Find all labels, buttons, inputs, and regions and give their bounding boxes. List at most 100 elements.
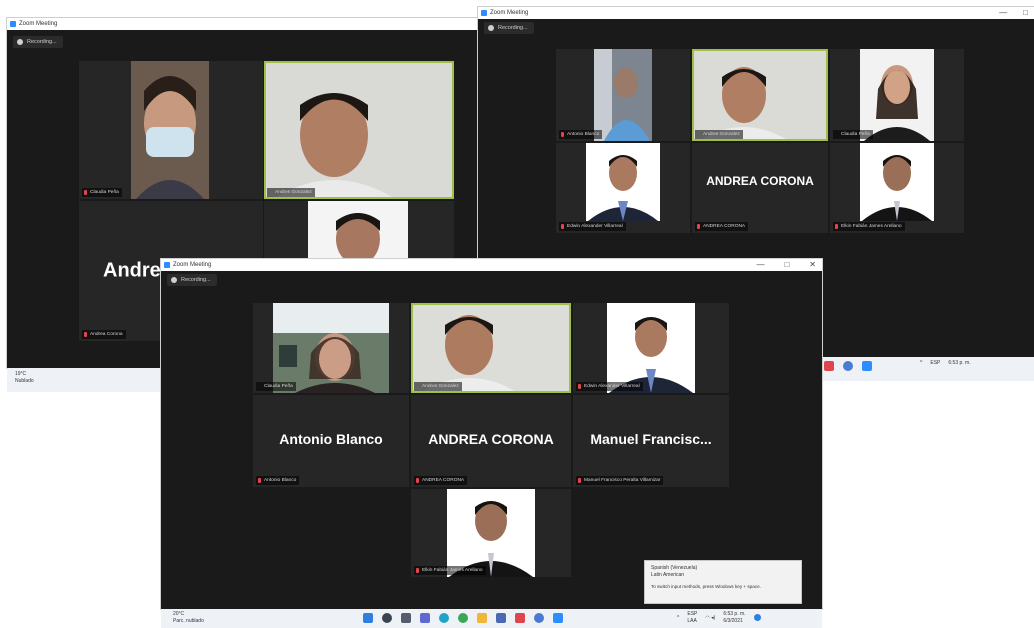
participant-video (131, 61, 209, 199)
zoom-app-icon (164, 262, 170, 268)
participant-name-label: Claudia Peña (833, 130, 873, 139)
title-bar[interactable]: Zoom Meeting — □ (478, 7, 1034, 19)
task-view-icon[interactable] (401, 613, 411, 623)
recording-icon (171, 277, 177, 283)
recording-indicator[interactable]: Recording... (484, 22, 534, 34)
video-tile-claudia[interactable]: Claudia Peña (79, 61, 263, 199)
participant-name-label: Edwin Alexander Villarreal (576, 382, 643, 391)
participant-video (308, 201, 408, 261)
video-tile-elkin[interactable]: Elkin Fabián James Arellano (411, 489, 571, 577)
video-tile-antonio[interactable]: Antonio Blanco Antonio Blanco (253, 395, 409, 487)
participant-name-label: Andres Gonzalez (414, 382, 462, 391)
participant-video (447, 489, 535, 577)
close-button[interactable]: ✕ (809, 259, 816, 271)
participant-name-label: Claudia Peña (256, 382, 296, 391)
muted-mic-icon (578, 384, 581, 389)
language-indicator[interactable]: ESP LAA (687, 611, 697, 625)
participant-name-label: Claudia Peña (82, 188, 122, 197)
clock[interactable]: 6:53 p. m. 6/3/2021 (723, 611, 745, 625)
app-icon[interactable] (515, 613, 525, 623)
video-tile-andres[interactable]: Andres Gonzalez (692, 49, 828, 141)
title-bar[interactable]: Zoom Meeting — □ ✕ (161, 259, 822, 271)
settings-icon[interactable] (843, 361, 853, 371)
video-tile-andrea-corona[interactable]: ANDREA CORONA ANDREA CORONA (692, 143, 828, 233)
participant-name-label: Andrea Corona (82, 330, 126, 339)
participant-big-name: ANDREA CORONA (706, 173, 814, 188)
input-method-popup[interactable]: Spanish (Venezuela) Latin American To sw… (644, 560, 802, 604)
video-tile-andres[interactable]: Andres Gonzalez (264, 61, 454, 199)
video-tile-andrea-corona[interactable]: ANDREA CORONA ANDREA CORONA (411, 395, 571, 487)
minimize-button[interactable]: — (756, 259, 764, 271)
muted-mic-icon (416, 478, 419, 483)
language-indicator[interactable]: ESP (930, 360, 940, 367)
chrome-icon[interactable] (458, 613, 468, 623)
title-bar[interactable]: Zoom Meeting (7, 18, 477, 30)
participant-video (413, 305, 569, 391)
participant-big-name: ANDREA CORONA (428, 431, 554, 448)
muted-mic-icon (84, 332, 87, 337)
ime-hint: To switch input methods, press Windows k… (651, 584, 761, 589)
participant-video (860, 49, 934, 141)
muted-mic-icon (416, 568, 419, 573)
clock[interactable]: 6:53 p. m. (948, 360, 970, 367)
windows-start-icon[interactable] (363, 613, 373, 623)
window-title: Zoom Meeting (19, 21, 58, 27)
participant-name-label: ANDREA CORONA (695, 222, 749, 231)
store-icon[interactable] (496, 613, 506, 623)
video-tile-andres[interactable]: Andres Gonzalez (411, 303, 571, 393)
video-tile-edwin[interactable]: Edwin Alexander Villarreal (573, 303, 729, 393)
search-icon[interactable] (382, 613, 392, 623)
wifi-volume-icon[interactable]: ◠ ◂) (705, 611, 715, 625)
video-tile-edwin[interactable]: Edwin Alexander Villarreal (556, 143, 690, 233)
system-tray[interactable]: ^ ESP LAA ◠ ◂) 6:53 p. m. 6/3/2021 (677, 611, 761, 625)
zoom-window-front: Zoom Meeting — □ ✕ Recording... Claudia … (161, 259, 822, 609)
participant-name-label: Manuel Francisco Peralta Villamizar (576, 476, 664, 485)
participant-name-label: Elkin Fabián James Arellano (414, 566, 486, 575)
video-tile-manuel[interactable]: Manuel Francisc... Manuel Francisco Pera… (573, 395, 729, 487)
recording-label: Recording... (27, 39, 57, 45)
weather-widget[interactable]: 19°C Nublado (15, 371, 34, 385)
chevron-up-icon[interactable]: ^ (920, 360, 922, 367)
zoom-taskbar-icon[interactable] (862, 361, 872, 371)
taskbar-back-right: ^ ESP 6:53 p. m. (820, 357, 1034, 381)
video-tile-claudia[interactable]: Claudia Peña (830, 49, 964, 141)
folder-icon[interactable] (477, 613, 487, 623)
app-icon[interactable] (824, 361, 834, 371)
minimize-button[interactable]: — (999, 7, 1007, 19)
taskbar-front: 20°C Parc. nublado ^ ESP LAA ◠ ◂) 6:53 p.… (161, 609, 822, 628)
video-tile-partial[interactable] (264, 201, 454, 261)
video-tile-antonio[interactable]: Antonio Blanco (556, 49, 690, 141)
weather-widget[interactable]: 20°C Parc. nublado (173, 611, 204, 625)
participant-big-name: Antonio Blanco (279, 431, 383, 448)
chevron-up-icon[interactable]: ^ (677, 611, 679, 625)
participant-video (860, 143, 934, 221)
participant-video (266, 63, 452, 197)
participant-name-label: ANDREA CORONA (414, 476, 468, 485)
video-tile-claudia[interactable]: Claudia Peña (253, 303, 409, 393)
zoom-app-icon (481, 10, 487, 16)
participant-video (607, 303, 695, 393)
muted-mic-icon (258, 478, 261, 483)
muted-mic-icon (561, 132, 564, 137)
video-tile-elkin[interactable]: Elkin Fabián James Arellano (830, 143, 964, 233)
maximize-button[interactable]: □ (784, 259, 789, 271)
zoom-taskbar-icon[interactable] (553, 613, 563, 623)
system-tray[interactable]: ^ ESP 6:53 p. m. (920, 360, 971, 367)
participant-name-label: Andres Gonzalez (267, 188, 315, 197)
recording-indicator[interactable]: Recording... (167, 274, 217, 286)
muted-mic-icon (578, 478, 581, 483)
recording-label: Recording... (498, 25, 528, 31)
recording-icon (488, 25, 494, 31)
participant-video (273, 303, 389, 393)
edge-icon[interactable] (439, 613, 449, 623)
window-title: Zoom Meeting (173, 262, 212, 268)
chat-icon[interactable] (420, 613, 430, 623)
maximize-button[interactable]: □ (1023, 7, 1028, 19)
participant-name-label: Andres Gonzalez (695, 130, 743, 139)
muted-mic-icon (561, 224, 564, 229)
notification-icon[interactable] (753, 614, 761, 621)
recording-indicator[interactable]: Recording... (13, 36, 63, 48)
settings-icon[interactable] (534, 613, 544, 623)
window-title: Zoom Meeting (490, 10, 529, 16)
participant-name-label: Antonio Blanco (256, 476, 300, 485)
